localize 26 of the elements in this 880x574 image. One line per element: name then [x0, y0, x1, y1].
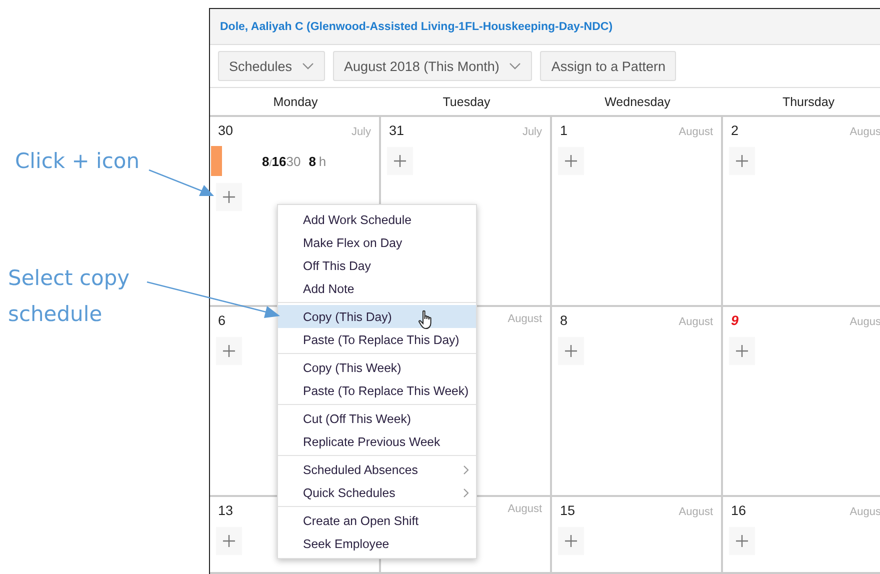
day-number: 31 [389, 123, 404, 138]
day-number: 8 [560, 313, 568, 328]
month-label: July [351, 126, 371, 138]
month-label: August [508, 503, 542, 515]
month-label: August [678, 506, 713, 518]
callout-text: Click + icon [15, 148, 140, 175]
shift-time: 8/1630 [262, 154, 301, 168]
day-number: 1 [560, 123, 568, 138]
weekday-header: Thursday [781, 94, 836, 111]
employee-title: Dole, Aaliyah C (Glenwood-Assisted Living-1FL-Houskeeping-Day-NDC) [220, 20, 613, 32]
weekday-header: Tuesday [442, 94, 492, 111]
weekday-header: Wednesday [604, 94, 672, 111]
month-label: August [678, 316, 713, 328]
day-number: 6 [218, 313, 226, 328]
day-number: 16 [731, 503, 746, 518]
day-number: 15 [560, 503, 576, 518]
day-number: 13 [218, 503, 234, 518]
month-label: August [678, 126, 713, 138]
month-label: August [508, 313, 542, 325]
day-number: 9 [731, 313, 739, 328]
day-number: 30 [218, 123, 234, 138]
weekday-header: Monday [272, 94, 319, 111]
day-number: 2 [731, 123, 739, 138]
callout-text: Select copy schedule [8, 265, 130, 328]
shift-hours: 8 h [308, 154, 326, 168]
month-label: July [522, 126, 542, 138]
